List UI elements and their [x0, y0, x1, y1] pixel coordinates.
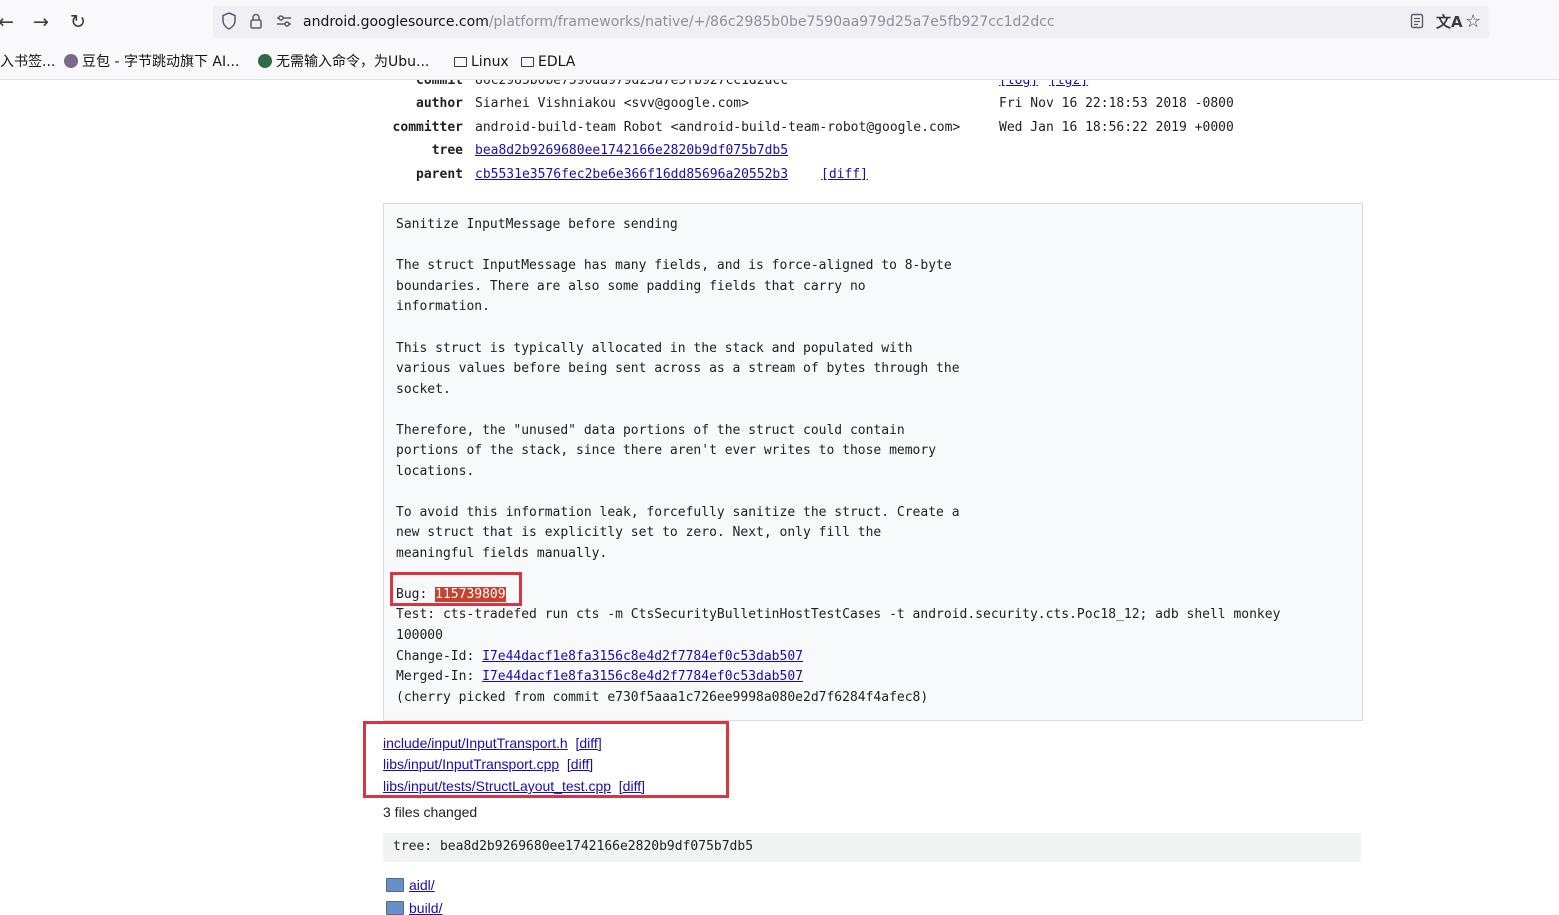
- translate-icon[interactable]: 文A: [1436, 12, 1463, 32]
- url-path: /platform/frameworks/native/+/86c2985b0b…: [488, 14, 1055, 30]
- parent-label: parent: [416, 167, 463, 182]
- bookmark-item[interactable]: 入书签...: [0, 53, 55, 71]
- message-line: meaningful fields manually.: [396, 546, 608, 561]
- tree-hash-link[interactable]: bea8d2b9269680ee1742166e2820b9df075b7db5: [475, 141, 788, 161]
- author-value: Siarhei Vishniakou <svv@google.com>: [475, 96, 749, 111]
- merged-in-link[interactable]: I7e44dacf1e8fa3156c8e4d2f7784ef0c53dab50…: [482, 669, 803, 684]
- message-line: information.: [396, 299, 490, 314]
- merged-in-label: Merged-In:: [396, 669, 483, 684]
- parent-diff-link[interactable]: [diff]: [821, 165, 868, 185]
- browser-toolbar: ← → ↻ android.googlesource.com/platform/…: [0, 0, 1559, 44]
- message-line: socket.: [396, 382, 451, 397]
- committer-value: android-build-team Robot <android-build-…: [475, 120, 961, 135]
- tree-line: tree: bea8d2b9269680ee1742166e2820b9df07…: [393, 839, 754, 854]
- reload-icon[interactable]: ↻: [66, 10, 90, 34]
- dir-link[interactable]: build/: [409, 900, 442, 915]
- bookmark-label: 入书签...: [0, 54, 56, 70]
- author-label: author: [416, 96, 463, 111]
- bug-highlight-box: [390, 572, 522, 606]
- folder-icon: [521, 57, 534, 67]
- doubao-favicon-icon: [64, 54, 78, 68]
- message-line: Therefore, the "unused" data portions of…: [396, 423, 905, 438]
- back-arrow-icon[interactable]: ←: [0, 10, 18, 34]
- lock-icon[interactable]: [249, 12, 263, 35]
- page-viewport: commit 86c2985b0be7590aa979d25a7e5fb927c…: [0, 80, 1559, 915]
- shield-icon[interactable]: [221, 12, 237, 35]
- change-id-link[interactable]: I7e44dacf1e8fa3156c8e4d2f7784ef0c53dab50…: [482, 649, 803, 664]
- merged-in-line: Merged-In: I7e44dacf1e8fa3156c8e4d2f7784…: [396, 667, 803, 687]
- tree-label: tree: [431, 143, 463, 158]
- forward-arrow-icon[interactable]: →: [29, 10, 53, 34]
- bookmark-label: 豆包 - 字节跳动旗下 AI...: [82, 54, 240, 70]
- author-date: Fri Nov 16 22:18:53 2018 -0800: [999, 96, 1234, 111]
- commit-hash: 86c2985b0be7590aa979d25a7e5fb927cc1d2dcc: [475, 80, 789, 88]
- message-line: This struct is typically allocated in th…: [396, 341, 913, 356]
- permissions-icon[interactable]: [275, 12, 293, 35]
- dir-link[interactable]: aidl/: [409, 877, 435, 893]
- bookmark-folder-edla[interactable]: EDLA: [521, 53, 575, 71]
- message-line: portions of the stack, since there aren'…: [396, 443, 937, 458]
- test-line-continued: 100000: [396, 628, 443, 643]
- bookmark-star-icon[interactable]: ☆: [1465, 12, 1481, 32]
- folder-icon: [386, 901, 404, 915]
- reader-view-icon[interactable]: [1410, 12, 1424, 35]
- message-line: various values before being sent across …: [396, 361, 960, 376]
- bookmark-label: 无需输入命令，为Ubu...: [276, 54, 430, 70]
- site-favicon-icon: [258, 54, 272, 68]
- tgz-link[interactable]: [tgz]: [1049, 80, 1088, 91]
- message-line: To avoid this information leak, forceful…: [396, 505, 960, 520]
- commit-label: commit: [416, 80, 463, 88]
- url-host: android.googlesource.com: [303, 14, 489, 30]
- bookmark-label: Linux: [471, 54, 509, 70]
- parent-hash-link[interactable]: cb5531e3576fec2be6e366f16dd85696a20552b3: [475, 165, 788, 185]
- message-subject: Sanitize InputMessage before sending: [396, 217, 678, 232]
- dir-row: aidl/: [386, 876, 435, 894]
- bookmarks-bar: 入书签... 豆包 - 字节跳动旗下 AI... 无需输入命令，为Ubu... …: [0, 44, 1559, 80]
- bookmark-label: EDLA: [538, 54, 576, 70]
- folder-icon: [454, 57, 467, 67]
- committer-label: committer: [392, 120, 463, 135]
- dir-row: build/: [386, 899, 442, 915]
- message-line: boundaries. There are also some padding …: [396, 279, 866, 294]
- committer-date: Wed Jan 16 18:56:22 2019 +0000: [999, 120, 1234, 135]
- bookmark-folder-linux[interactable]: Linux: [454, 53, 509, 71]
- folder-icon: [386, 878, 404, 892]
- bookmark-item-ubuntu[interactable]: 无需输入命令，为Ubu...: [258, 53, 429, 71]
- bookmark-item-doubao[interactable]: 豆包 - 字节跳动旗下 AI...: [64, 53, 239, 71]
- change-id-line: Change-Id: I7e44dacf1e8fa3156c8e4d2f7784…: [396, 647, 803, 667]
- message-line: new struct that is explicitly set to zer…: [396, 525, 882, 540]
- log-link[interactable]: [log]: [999, 80, 1038, 91]
- test-line: Test: cts-tradefed run cts -m CtsSecurit…: [396, 607, 1281, 622]
- files-changed-count: 3 files changed: [383, 804, 478, 820]
- change-id-label: Change-Id:: [396, 649, 483, 664]
- cherry-pick-line: (cherry picked from commit e730f5aaa1c72…: [396, 690, 929, 705]
- url-text[interactable]: android.googlesource.com/platform/framew…: [303, 13, 1055, 31]
- page-content: commit 86c2985b0be7590aa979d25a7e5fb927c…: [0, 80, 1559, 915]
- files-highlight-box: [363, 721, 729, 798]
- message-line: locations.: [396, 464, 475, 479]
- message-line: The struct InputMessage has many fields,…: [396, 258, 952, 273]
- url-bar[interactable]: android.googlesource.com/platform/framew…: [213, 6, 1489, 38]
